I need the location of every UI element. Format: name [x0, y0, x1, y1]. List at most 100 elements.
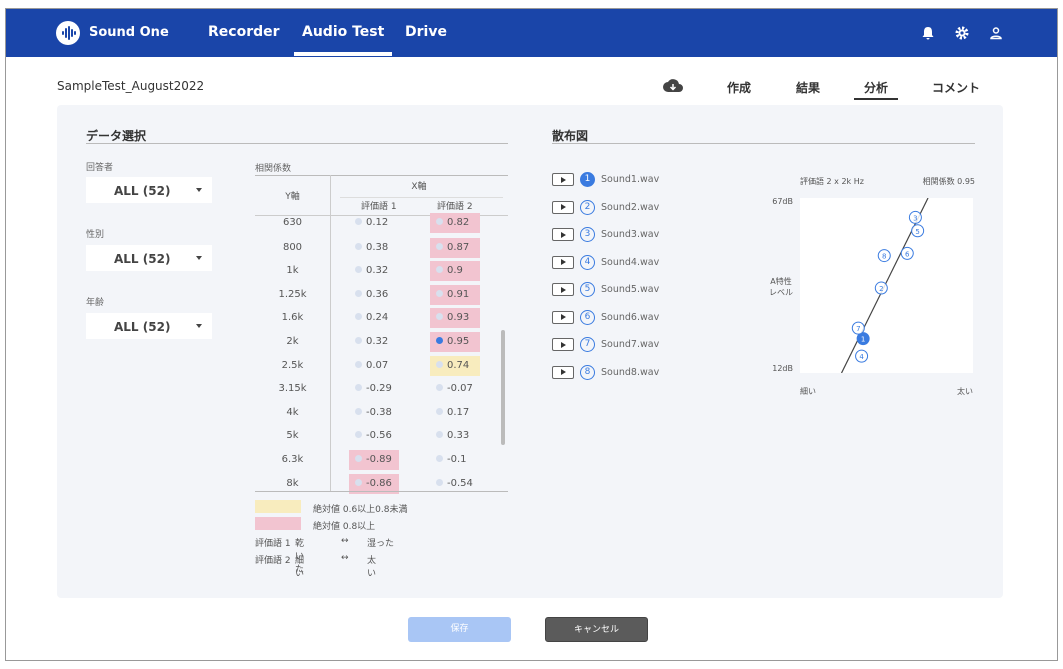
radio-icon[interactable]: [355, 289, 362, 297]
age-label: 年齢: [86, 298, 105, 308]
scrollbar-thumb[interactable]: [501, 330, 505, 445]
radio-icon[interactable]: [436, 266, 443, 274]
nav-drive[interactable]: Drive: [405, 24, 447, 40]
play-button[interactable]: [552, 228, 574, 241]
correlation-cell[interactable]: 0.74: [430, 355, 480, 376]
play-button[interactable]: [552, 283, 574, 296]
scatter-point[interactable]: 7: [851, 321, 865, 335]
radio-icon[interactable]: [355, 266, 362, 274]
play-button[interactable]: [552, 200, 574, 214]
sound-number-badge[interactable]: 8: [580, 364, 595, 380]
radio-icon[interactable]: [355, 218, 362, 225]
radio-icon[interactable]: [355, 360, 362, 368]
correlation-cell[interactable]: 0.17: [430, 403, 480, 423]
correlation-cell[interactable]: -0.89: [349, 450, 399, 470]
sound-number-badge[interactable]: 6: [580, 309, 595, 325]
radio-icon[interactable]: [436, 455, 443, 462]
sound-number-badge[interactable]: 3: [580, 227, 595, 242]
correlation-cell[interactable]: 0.36: [349, 285, 399, 305]
correlation-cell[interactable]: -0.29: [349, 379, 399, 399]
tab-create[interactable]: 作成: [727, 79, 751, 96]
radio-icon[interactable]: [355, 242, 362, 250]
correlation-cell[interactable]: 0.93: [430, 308, 480, 329]
correlation-cell[interactable]: -0.56: [349, 426, 399, 446]
tab-results[interactable]: 結果: [796, 79, 820, 96]
cell-value: 0.91: [447, 288, 470, 300]
correlation-cell[interactable]: 0.32: [349, 332, 399, 352]
correlation-cell[interactable]: 0.38: [349, 238, 399, 258]
correlation-cell[interactable]: 0.95: [430, 332, 480, 352]
correlation-cell[interactable]: 0.87: [430, 237, 480, 258]
sound-name: Sound4.wav: [601, 256, 660, 268]
age-dropdown[interactable]: ALL (52): [86, 313, 212, 339]
nav-recorder[interactable]: Recorder: [208, 24, 280, 40]
correlation-cell[interactable]: 0.91: [430, 284, 480, 305]
correlation-cell[interactable]: -0.07: [430, 379, 480, 399]
scatter-point[interactable]: 2: [874, 281, 888, 295]
cell-value: -0.54: [447, 477, 473, 489]
tab-analysis[interactable]: 分析: [853, 79, 899, 100]
cell-value: 0.32: [366, 265, 389, 277]
scatter-point[interactable]: 3: [908, 210, 922, 224]
play-button[interactable]: [552, 338, 574, 351]
scatter-point[interactable]: 5: [911, 224, 925, 238]
gear-icon[interactable]: [954, 25, 970, 41]
cloud-download-icon[interactable]: [662, 78, 684, 94]
correlation-cell[interactable]: 0.07: [349, 356, 399, 376]
radio-icon[interactable]: [355, 313, 362, 321]
sound-number-badge[interactable]: 5: [580, 282, 595, 297]
scatter-point[interactable]: 6: [900, 246, 914, 260]
dropdown-value: ALL (52): [114, 320, 171, 334]
nav-audio-test[interactable]: Audio Test: [293, 24, 393, 56]
correlation-cell[interactable]: 0.9: [430, 261, 480, 282]
correlation-cell[interactable]: -0.1: [430, 450, 480, 470]
play-button[interactable]: [552, 255, 574, 269]
radio-icon[interactable]: [436, 242, 443, 250]
sound-number-badge[interactable]: 4: [580, 254, 595, 270]
legend-swatch-pink: [255, 517, 301, 530]
radio-icon[interactable]: [436, 384, 443, 392]
radio-icon[interactable]: [436, 218, 443, 225]
play-button[interactable]: [552, 173, 574, 186]
sound-number-badge[interactable]: 2: [580, 199, 595, 215]
sound-number-badge[interactable]: 7: [580, 337, 595, 352]
radio-icon[interactable]: [436, 478, 443, 486]
logo-icon: [56, 21, 80, 45]
radio-icon[interactable]: [355, 431, 362, 439]
radio-icon[interactable]: [436, 407, 443, 415]
radio-icon[interactable]: [355, 337, 362, 344]
radio-icon[interactable]: [436, 360, 443, 368]
user-icon[interactable]: [988, 25, 1004, 41]
scatter-point[interactable]: 8: [877, 249, 891, 263]
radio-icon[interactable]: [436, 337, 443, 344]
sound-number-badge[interactable]: 1: [580, 172, 595, 187]
correlation-cell[interactable]: 0.82: [430, 213, 480, 233]
y-axis-label: A特性 レベル: [769, 277, 793, 297]
radio-icon[interactable]: [355, 478, 362, 486]
gender-dropdown[interactable]: ALL (52): [86, 245, 212, 271]
radio-icon[interactable]: [355, 384, 362, 392]
bell-icon[interactable]: [920, 25, 936, 41]
radio-icon[interactable]: [436, 431, 443, 439]
save-button[interactable]: 保存: [408, 617, 511, 642]
correlation-cell[interactable]: 0.24: [349, 308, 399, 328]
divider: [86, 143, 508, 144]
play-button[interactable]: [552, 365, 574, 379]
cancel-button[interactable]: キャンセル: [545, 617, 648, 642]
radio-icon[interactable]: [436, 313, 443, 321]
correlation-cell[interactable]: 0.33: [430, 426, 480, 446]
radio-icon[interactable]: [436, 289, 443, 297]
correlation-cell[interactable]: 0.32: [349, 261, 399, 281]
cell-value: -0.07: [447, 383, 473, 395]
scatter-point[interactable]: 4: [855, 349, 869, 363]
radio-icon[interactable]: [355, 455, 362, 462]
correlation-cell[interactable]: 0.12: [349, 213, 399, 233]
radio-icon[interactable]: [355, 407, 362, 415]
row-y-label: 5k: [286, 430, 299, 442]
table-scrollbar[interactable]: [501, 215, 505, 491]
respondent-dropdown[interactable]: ALL (52): [86, 177, 212, 203]
play-button[interactable]: [552, 310, 574, 324]
tab-comments[interactable]: コメント: [932, 79, 980, 96]
correlation-cell[interactable]: -0.38: [349, 403, 399, 423]
scatter-title: 散布図: [552, 129, 589, 143]
